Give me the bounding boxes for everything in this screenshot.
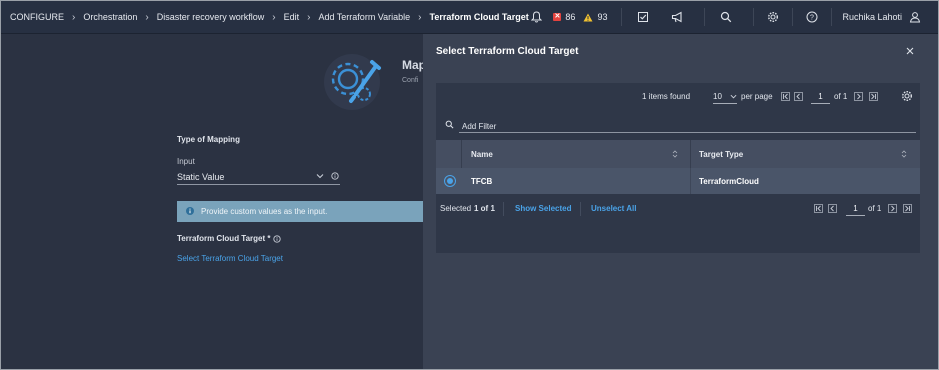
- chevron-right-icon: ›: [272, 11, 276, 23]
- breadcrumb-orchestration[interactable]: Orchestration: [83, 12, 137, 22]
- previous-page-icon[interactable]: [794, 92, 803, 101]
- per-page-label: per page: [741, 92, 773, 101]
- bell-icon[interactable]: [529, 10, 543, 24]
- sort-icon[interactable]: [901, 149, 907, 159]
- page-number-input[interactable]: 1: [846, 204, 865, 216]
- breadcrumb: CONFIGURE › Orchestration › Disaster rec…: [1, 1, 529, 33]
- critical-alert-count[interactable]: 86: [565, 12, 575, 22]
- top-navigation-bar: CONFIGURE › Orchestration › Disaster rec…: [1, 1, 938, 34]
- breadcrumb-current: Terraform Cloud Target: [429, 12, 529, 22]
- per-page-select[interactable]: 10: [713, 92, 737, 104]
- breadcrumb-workflow[interactable]: Disaster recovery workflow: [157, 12, 265, 22]
- gear-icon[interactable]: [901, 90, 913, 104]
- divider: [503, 202, 504, 216]
- first-page-icon[interactable]: [781, 92, 790, 101]
- search-icon: [445, 120, 454, 131]
- selection-footer: Selected 1 of 1 Show Selected Unselect A…: [436, 194, 920, 224]
- show-selected-button[interactable]: Show Selected: [515, 204, 571, 213]
- chevron-down-icon: [730, 94, 737, 99]
- row-radio-button[interactable]: [444, 175, 456, 187]
- gear-icon[interactable]: [766, 10, 780, 24]
- divider: [580, 202, 581, 216]
- sort-icon[interactable]: [672, 149, 678, 159]
- configuration-gear-wrench-icon: [318, 52, 388, 116]
- row-name: TFCB: [471, 177, 493, 186]
- table-header: Name Target Type: [436, 140, 920, 168]
- topbar-actions: ✕ 86 93 ? Ruchika Lahoti: [529, 1, 938, 33]
- selected-count: 1 of 1: [474, 204, 495, 213]
- megaphone-icon[interactable]: [670, 10, 684, 24]
- last-page-icon[interactable]: [903, 204, 912, 213]
- info-icon[interactable]: [273, 235, 281, 245]
- info-banner-text: Provide custom values as the input.: [201, 207, 328, 216]
- select-terraform-cloud-target-link[interactable]: Select Terraform Cloud Target: [177, 254, 283, 263]
- chevron-down-icon: [316, 172, 324, 182]
- filter-bar: Add Filter: [436, 110, 920, 140]
- column-divider: [690, 168, 691, 194]
- next-page-icon[interactable]: [888, 204, 897, 213]
- chevron-right-icon: ›: [145, 11, 149, 23]
- unselect-all-button[interactable]: Unselect All: [591, 204, 637, 213]
- divider: [621, 8, 623, 26]
- next-page-icon[interactable]: [854, 92, 863, 101]
- panel-title: Select Terraform Cloud Target: [436, 46, 579, 57]
- row-target-type: TerraformCloud: [699, 177, 759, 186]
- page-total: of 1: [834, 92, 848, 101]
- info-icon: [186, 206, 194, 217]
- info-icon[interactable]: [331, 172, 339, 182]
- items-found: 1 items found: [642, 92, 691, 101]
- filter-underline: [459, 132, 916, 133]
- user-icon[interactable]: [908, 10, 922, 24]
- page-total: of 1: [868, 204, 882, 213]
- svg-text:?: ?: [811, 15, 815, 22]
- breadcrumb-configure[interactable]: CONFIGURE: [10, 12, 64, 22]
- divider: [831, 8, 833, 26]
- help-icon[interactable]: ?: [805, 10, 819, 24]
- chevron-right-icon: ›: [72, 11, 76, 23]
- close-icon[interactable]: [905, 46, 915, 56]
- column-divider: [461, 140, 462, 168]
- first-page-icon[interactable]: [814, 204, 823, 213]
- user-name[interactable]: Ruchika Lahoti: [842, 12, 902, 22]
- column-header-name[interactable]: Name: [471, 150, 493, 159]
- last-page-icon[interactable]: [869, 92, 878, 101]
- divider: [753, 8, 755, 26]
- info-banner: Provide custom values as the input.: [177, 201, 423, 222]
- column-header-target-type[interactable]: Target Type: [699, 150, 743, 159]
- divider: [704, 8, 706, 26]
- breadcrumb-edit[interactable]: Edit: [284, 12, 300, 22]
- filter-input[interactable]: Add Filter: [462, 122, 496, 131]
- chevron-right-icon: ›: [307, 11, 311, 23]
- per-page-value: 10: [713, 92, 722, 101]
- critical-alert-icon[interactable]: ✕: [553, 13, 562, 21]
- selected-prefix: Selected: [440, 204, 472, 213]
- radio-selected-dot: [447, 178, 453, 184]
- breadcrumb-add-terraform-variable[interactable]: Add Terraform Variable: [318, 12, 410, 22]
- terraform-cloud-target-label: Terraform Cloud Target *: [177, 234, 271, 243]
- input-select[interactable]: Static Value: [177, 170, 340, 185]
- warning-alert-icon[interactable]: [583, 10, 593, 24]
- target-table: 1 items found 10 per page 1 of 1 Add Fil…: [436, 83, 920, 253]
- previous-page-icon[interactable]: [828, 204, 837, 213]
- table-row[interactable]: TFCB TerraformCloud: [436, 168, 920, 194]
- input-label: Input: [177, 157, 195, 166]
- chevron-right-icon: ›: [418, 11, 422, 23]
- search-icon[interactable]: [719, 10, 733, 24]
- page-number-input[interactable]: 1: [811, 92, 830, 104]
- pagination-bar: 1 items found 10 per page 1 of 1: [436, 83, 920, 110]
- page-subheading-partial: Confi: [402, 77, 419, 84]
- column-divider: [690, 140, 691, 168]
- select-target-panel: Select Terraform Cloud Target 1 items fo…: [423, 34, 938, 369]
- tasks-icon[interactable]: [636, 10, 650, 24]
- warning-alert-count[interactable]: 93: [597, 12, 607, 22]
- divider: [792, 8, 794, 26]
- type-of-mapping-label: Type of Mapping: [177, 135, 240, 144]
- input-select-value: Static Value: [177, 172, 225, 182]
